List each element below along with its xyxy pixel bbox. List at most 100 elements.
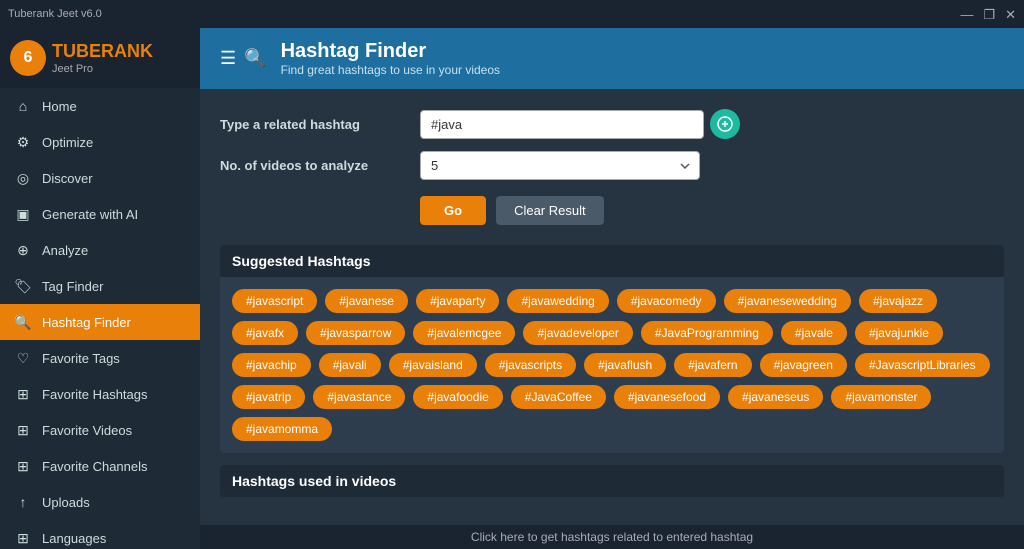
tag-item[interactable]: #javatrip [232, 385, 305, 409]
close-button[interactable]: ✕ [1005, 8, 1016, 21]
tag-item[interactable]: #javascripts [485, 353, 576, 377]
tag-item[interactable]: #javafern [674, 353, 751, 377]
tag-finder-icon: 🏷 [14, 277, 32, 295]
tag-item[interactable]: #javachip [232, 353, 311, 377]
tag-item[interactable]: #javanesewedding [724, 289, 851, 313]
logo-sub: Jeet Pro [52, 63, 153, 75]
sidebar-item-analyze[interactable]: ⊕ Analyze [0, 232, 200, 268]
titlebar: Tuberank Jeet v6.0 — ❐ ✕ [0, 0, 1024, 28]
logo-icon: 6 [10, 40, 46, 76]
main-content: ☰ 🔍 Hashtag Finder Find great hashtags t… [200, 28, 1024, 549]
ai-icon [717, 116, 733, 132]
sidebar-item-label: Analyze [42, 243, 88, 258]
menu-icon: ☰ [220, 48, 236, 69]
sidebar-item-discover[interactable]: ◎ Discover [0, 160, 200, 196]
home-icon: ⌂ [14, 97, 32, 115]
restore-button[interactable]: ❐ [983, 8, 995, 21]
status-text: Click here to get hashtags related to en… [471, 530, 753, 544]
sidebar-item-label: Hashtag Finder [42, 315, 131, 330]
tag-item[interactable]: #javajunkie [855, 321, 943, 345]
rank-text: RANK [101, 41, 153, 61]
sidebar-item-label: Favorite Channels [42, 459, 148, 474]
sidebar-item-label: Discover [42, 171, 93, 186]
tags-container: #javascript #javanese #javaparty #javaweddi… [220, 277, 1004, 453]
videos-row: No. of videos to analyze 5 10 15 20 [220, 151, 1004, 180]
go-button[interactable]: Go [420, 196, 486, 225]
sidebar-item-home[interactable]: ⌂ Home [0, 88, 200, 124]
sidebar-item-optimize[interactable]: ⚙ Optimize [0, 124, 200, 160]
favorite-tags-icon: ♡ [14, 349, 32, 367]
tag-item[interactable]: #javali [319, 353, 381, 377]
sidebar-item-tag-finder[interactable]: 🏷 Tag Finder [0, 268, 200, 304]
tag-item[interactable]: #javanese [325, 289, 408, 313]
hashtag-row: Type a related hashtag [220, 109, 1004, 139]
tag-item[interactable]: #javanesefood [614, 385, 720, 409]
suggested-title: Suggested Hashtags [220, 245, 1004, 277]
tag-item[interactable]: #javaneseus [728, 385, 823, 409]
titlebar-title: Tuberank Jeet v6.0 [8, 8, 102, 20]
tag-item[interactable]: #javamonster [831, 385, 931, 409]
discover-icon: ◎ [14, 169, 32, 187]
tag-item[interactable]: #JavaProgramming [641, 321, 773, 345]
sidebar-item-label: Favorite Videos [42, 423, 132, 438]
sidebar-item-label: Tag Finder [42, 279, 103, 294]
ai-button[interactable] [710, 109, 740, 139]
tag-item[interactable]: #javastance [313, 385, 405, 409]
tag-item[interactable]: #javaisland [389, 353, 477, 377]
sidebar-item-uploads[interactable]: ↑ Uploads [0, 484, 200, 520]
tag-item[interactable]: #javaparty [416, 289, 499, 313]
hashtag-label: Type a related hashtag [220, 117, 420, 132]
tag-item[interactable]: #JavascriptLibraries [855, 353, 990, 377]
languages-icon: ⊞ [14, 529, 32, 547]
sidebar-item-favorite-hashtags[interactable]: ⊞ Favorite Hashtags [0, 376, 200, 412]
logo-brand: TUBERANK [52, 41, 153, 63]
page-subtitle: Find great hashtags to use in your video… [281, 63, 500, 77]
tag-item[interactable]: #javawedding [507, 289, 608, 313]
tag-item[interactable]: #javafx [232, 321, 298, 345]
tag-item[interactable]: #javalemcgee [413, 321, 515, 345]
tag-item[interactable]: #javagreen [760, 353, 847, 377]
tag-item[interactable]: #javajazz [859, 289, 937, 313]
header-text: Hashtag Finder Find great hashtags to us… [281, 40, 500, 77]
videos-select[interactable]: 5 10 15 20 [420, 151, 700, 180]
used-title: Hashtags used in videos [220, 465, 1004, 497]
sidebar-item-label: Generate with AI [42, 207, 138, 222]
tag-item[interactable]: #javadeveloper [523, 321, 632, 345]
sidebar-item-label: Languages [42, 531, 106, 546]
tag-item[interactable]: #javasparrow [306, 321, 405, 345]
app-body: 6 TUBERANK Jeet Pro ⌂ Home ⚙ Optimize ◎ … [0, 28, 1024, 549]
sidebar-item-favorite-tags[interactable]: ♡ Favorite Tags [0, 340, 200, 376]
tag-item[interactable]: #javascript [232, 289, 317, 313]
favorite-videos-icon: ⊞ [14, 421, 32, 439]
optimize-icon: ⚙ [14, 133, 32, 151]
sidebar-item-label: Uploads [42, 495, 90, 510]
sidebar-item-favorite-videos[interactable]: ⊞ Favorite Videos [0, 412, 200, 448]
minimize-button[interactable]: — [960, 8, 973, 21]
tag-item[interactable]: #javaflush [584, 353, 666, 377]
generate-ai-icon: ▣ [14, 205, 32, 223]
used-section: Hashtags used in videos [220, 465, 1004, 497]
sidebar-item-label: Favorite Hashtags [42, 387, 148, 402]
logo-text-block: TUBERANK Jeet Pro [52, 41, 153, 75]
sidebar-item-languages[interactable]: ⊞ Languages [0, 520, 200, 549]
tag-item[interactable]: #javacomedy [617, 289, 716, 313]
sidebar-item-hashtag-finder[interactable]: 🔍 Hashtag Finder [0, 304, 200, 340]
uploads-icon: ↑ [14, 493, 32, 511]
tag-item[interactable]: #javale [781, 321, 847, 345]
sidebar-item-favorite-channels[interactable]: ⊞ Favorite Channels [0, 448, 200, 484]
videos-label: No. of videos to analyze [220, 158, 420, 173]
hashtag-input-wrapper [420, 109, 740, 139]
sidebar-item-label: Home [42, 99, 77, 114]
sidebar-item-generate-ai[interactable]: ▣ Generate with AI [0, 196, 200, 232]
tag-item[interactable]: #javamomma [232, 417, 332, 441]
button-row: Go Clear Result [420, 196, 1004, 225]
header-icons: ☰ 🔍 [220, 48, 267, 69]
hashtag-input[interactable] [420, 110, 704, 139]
hashtag-finder-icon: 🔍 [14, 313, 32, 331]
tag-item[interactable]: #javafoodie [413, 385, 502, 409]
status-bar[interactable]: Click here to get hashtags related to en… [200, 525, 1024, 549]
analyze-icon: ⊕ [14, 241, 32, 259]
clear-button[interactable]: Clear Result [496, 196, 604, 225]
tag-item[interactable]: #JavaCoffee [511, 385, 606, 409]
sidebar-logo: 6 TUBERANK Jeet Pro [0, 28, 200, 88]
